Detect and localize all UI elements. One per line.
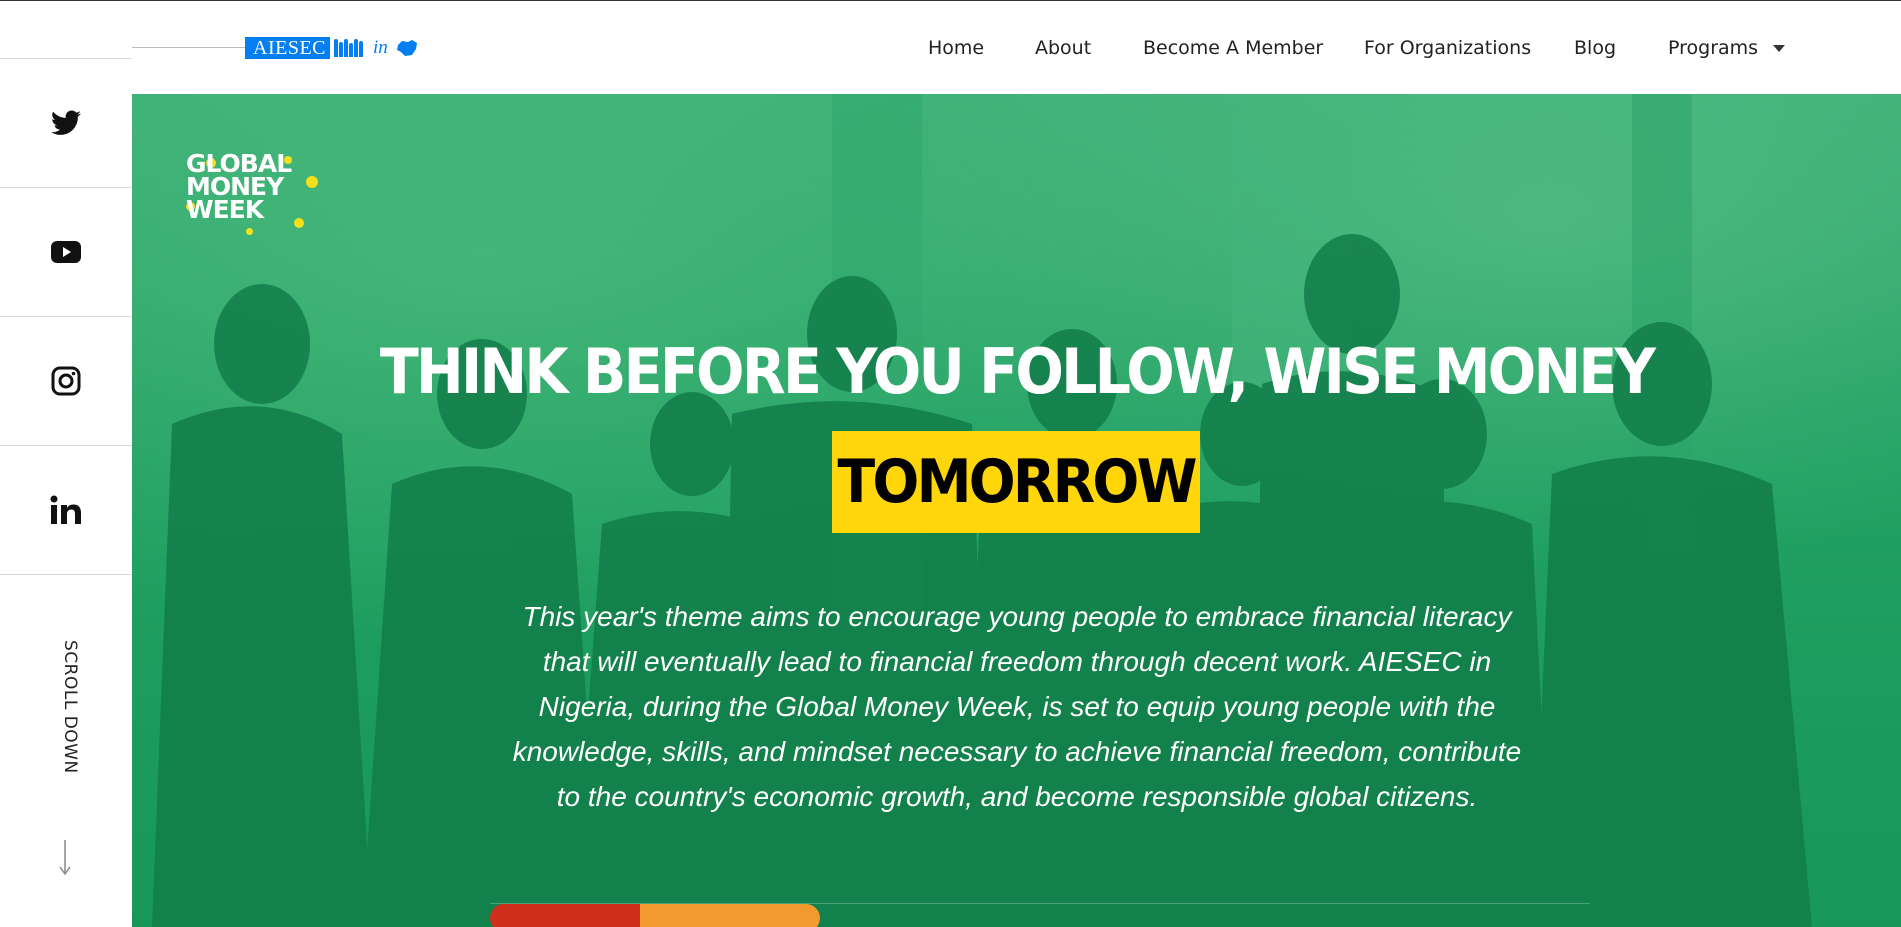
badge-line: WEEK <box>186 195 264 224</box>
global-money-week-badge: GLOBAL MONEY WEEK <box>186 151 331 242</box>
scroll-down-label[interactable]: SCROLL DOWN <box>52 640 80 790</box>
social-twitter-link[interactable] <box>0 58 132 187</box>
hero-highlight-word: TOMORROW <box>832 431 1201 533</box>
social-instagram-link[interactable] <box>0 316 132 445</box>
youtube-icon <box>51 240 81 263</box>
nav-blog[interactable]: Blog <box>1574 37 1616 59</box>
nav-about[interactable]: About <box>1035 37 1091 59</box>
social-linkedin-link[interactable] <box>0 445 132 574</box>
arrow-down-icon[interactable] <box>58 840 72 876</box>
instagram-icon <box>51 366 81 395</box>
logo-wordmark: AIESEC <box>245 37 330 59</box>
top-navbar: AIESEC in Home About Become A Member For… <box>0 0 1901 94</box>
linkedin-icon <box>50 495 81 524</box>
logo-figures-icon <box>334 39 363 57</box>
logo-divider <box>132 47 247 48</box>
social-youtube-link[interactable] <box>0 187 132 316</box>
progress-bar <box>490 904 820 927</box>
progress-segment-red <box>490 904 650 927</box>
nav-for-organizations[interactable]: For Organizations <box>1364 37 1531 59</box>
social-sidebar <box>0 58 132 927</box>
programs-dropdown-chevron-icon[interactable] <box>1773 45 1785 52</box>
logo-suffix: in <box>373 37 388 58</box>
hero-description: This year's theme aims to encourage youn… <box>512 601 1522 812</box>
rail-divider <box>0 574 132 575</box>
hero-banner: GLOBAL MONEY WEEK THINK BEFORE YOU FOLLO… <box>132 94 1901 927</box>
hero-headline: THINK BEFORE YOU FOLLOW, WISE MONEY <box>379 335 1656 408</box>
twitter-icon <box>51 110 81 135</box>
nigeria-map-icon <box>396 40 417 56</box>
nav-programs[interactable]: Programs <box>1668 37 1758 59</box>
nav-home[interactable]: Home <box>928 37 984 59</box>
aiesec-logo[interactable]: AIESEC in <box>245 37 418 59</box>
nav-become-a-member[interactable]: Become A Member <box>1143 37 1323 59</box>
progress-segment-orange <box>640 904 820 927</box>
hero-highlight-wrap: TOMORROW <box>132 431 1901 533</box>
